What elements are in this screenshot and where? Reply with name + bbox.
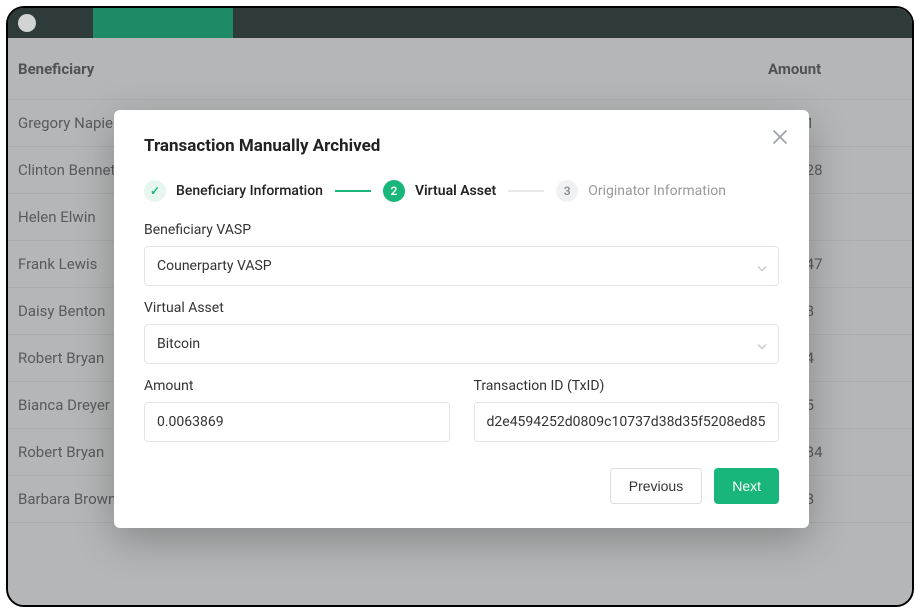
next-button[interactable]: Next <box>714 468 779 504</box>
close-icon[interactable] <box>769 126 791 148</box>
step-3-number: 3 <box>556 180 578 202</box>
step-3-label: Originator Information <box>588 183 726 199</box>
topbar <box>8 8 912 38</box>
app-window: Beneficiary Amount Gregory Napier39.111C… <box>6 6 914 607</box>
step-2[interactable]: 2 Virtual Asset <box>383 180 496 202</box>
step-connector <box>335 190 371 192</box>
beneficiary-vasp-select[interactable]: Counerparty VASP <box>144 246 779 286</box>
modal-title: Transaction Manually Archived <box>144 136 779 156</box>
step-2-number: 2 <box>383 180 405 202</box>
content-area: Beneficiary Amount Gregory Napier39.111C… <box>8 38 912 605</box>
chevron-down-icon <box>757 335 767 354</box>
virtual-asset-select[interactable]: Bitcoin <box>144 324 779 364</box>
label-beneficiary-vasp: Beneficiary VASP <box>144 222 779 238</box>
step-1-label: Beneficiary Information <box>176 183 323 199</box>
topbar-active-tab[interactable] <box>93 8 233 38</box>
step-connector <box>508 190 544 192</box>
modal-footer: Previous Next <box>144 468 779 504</box>
chevron-down-icon <box>757 257 767 276</box>
app-logo <box>18 14 36 32</box>
txid-input[interactable] <box>474 402 780 442</box>
beneficiary-vasp-value: Counerparty VASP <box>144 246 779 286</box>
step-2-label: Virtual Asset <box>415 183 496 199</box>
previous-button[interactable]: Previous <box>610 468 702 504</box>
topbar-left <box>8 8 93 38</box>
step-3[interactable]: 3 Originator Information <box>556 180 726 202</box>
amount-input[interactable] <box>144 402 450 442</box>
stepper: ✓ Beneficiary Information 2 Virtual Asse… <box>144 180 779 202</box>
step-1[interactable]: ✓ Beneficiary Information <box>144 180 323 202</box>
archive-transaction-modal: Transaction Manually Archived ✓ Benefici… <box>114 110 809 528</box>
label-virtual-asset: Virtual Asset <box>144 300 779 316</box>
label-amount: Amount <box>144 378 450 394</box>
label-txid: Transaction ID (TxID) <box>474 378 780 394</box>
virtual-asset-value: Bitcoin <box>144 324 779 364</box>
check-icon: ✓ <box>144 180 166 202</box>
